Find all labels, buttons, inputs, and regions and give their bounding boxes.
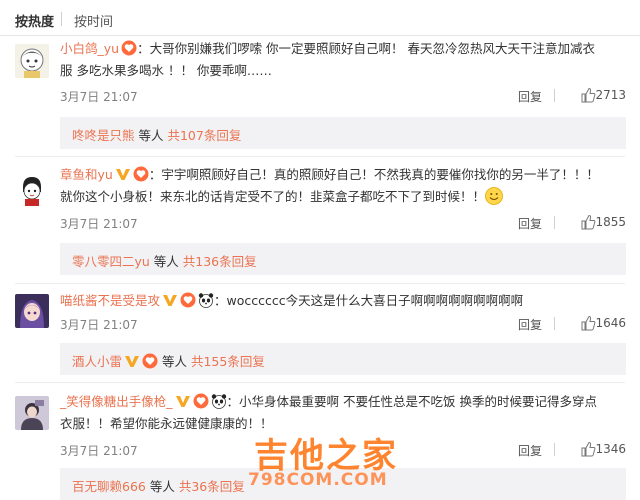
comment-meta: 3月7日 21:07 回复 1346	[60, 440, 626, 460]
like-count: 1646	[595, 316, 626, 330]
comment-date: 3月7日 21:07	[60, 90, 138, 104]
tab-by-hot[interactable]: 按热度	[15, 11, 54, 30]
comment-body-line: ：wocccccc今天这是什么大喜日子啊啊啊啊啊啊啊啊啊	[214, 293, 524, 308]
comment-date: 3月7日 21:07	[60, 444, 138, 458]
reply-summary[interactable]: 百无聊赖666 等人 共36条回复	[60, 468, 626, 500]
comment-body-line: 服 多吃水果多喝水 ！！ 你要乖啊……	[60, 63, 272, 78]
comment-body-line: ：大哥你别嫌我们啰嗦 你一定要照顾好自己啊！ 春天忽冷忽热风大天干注意加减衣	[137, 41, 596, 56]
reply-button[interactable]: 回复	[518, 215, 542, 232]
reply-username[interactable]: 咚咚是只熊	[72, 128, 135, 143]
comment-text: 章鱼和yu ：宇宇啊照顾好自己！真的照顾好自己！不然我真的要催你找你的另一半了！！…	[60, 164, 626, 208]
comment-text: 喵纸酱不是受是攻 ：wocccccc今天这是什么大喜日子啊啊啊啊啊啊啊啊啊	[60, 290, 626, 312]
comment-text: _笑得像糖出手像枪_ ：小华身体最重要啊 不要任性总是不吃饭 换季的时候要记得多穿…	[60, 391, 626, 435]
like-count: 1855	[595, 215, 626, 229]
reply-button[interactable]: 回复	[518, 442, 542, 459]
comment-divider	[15, 382, 625, 383]
comment-body-line: ：小华身体最重要啊 不要任性总是不吃饭 换季的时候要记得多穿点	[226, 394, 597, 409]
reply-summary[interactable]: 零八零四二yu 等人 共136条回复	[60, 243, 626, 275]
smile-emoji-icon	[485, 187, 503, 205]
comment-meta: 3月7日 21:07 回复 1646	[60, 314, 626, 334]
comment-username[interactable]: 小白鸽_yu	[60, 41, 119, 56]
sort-tabs: 按热度 按时间	[0, 0, 640, 36]
heart-badge-icon	[142, 353, 158, 369]
heart-badge-icon	[180, 292, 196, 308]
reply-username[interactable]: 零八零四二yu	[72, 254, 150, 269]
like-thumb-icon	[581, 441, 596, 457]
more-replies-link[interactable]: 共36条回复	[179, 479, 245, 494]
more-replies-link[interactable]: 共155条回复	[191, 354, 265, 369]
meta-divider	[554, 443, 555, 456]
reply-summary-text: 咚咚是只熊 等人 共107条回复	[72, 125, 241, 144]
vip-v-icon	[175, 396, 190, 407]
reply-summary-text: 百无聊赖666 等人 共36条回复	[72, 476, 245, 495]
vip-v-icon	[125, 356, 140, 367]
more-replies-link[interactable]: 共136条回复	[183, 254, 257, 269]
comment-divider	[15, 156, 625, 157]
reply-summary[interactable]: 酒人小雷 等人 共155条回复	[60, 343, 626, 375]
comment-username[interactable]: _笑得像糖出手像枪_	[60, 394, 173, 409]
avatar-anime-icon	[15, 294, 49, 328]
reply-summary-label: 等人	[149, 254, 183, 269]
vip-v-icon	[163, 295, 178, 306]
avatar[interactable]	[15, 172, 49, 206]
heart-badge-icon	[193, 393, 209, 409]
avatar[interactable]	[15, 44, 49, 78]
reply-summary-text: 酒人小雷 等人 共155条回复	[72, 351, 265, 370]
comment-meta: 3月7日 21:07 回复 1855	[60, 213, 626, 233]
reply-summary[interactable]: 咚咚是只熊 等人 共107条回复	[60, 117, 626, 149]
comment-date: 3月7日 21:07	[60, 217, 138, 231]
comment-date: 3月7日 21:07	[60, 318, 138, 332]
reply-summary-text: 零八零四二yu 等人 共136条回复	[72, 251, 257, 270]
reply-summary-label: 等人	[158, 354, 191, 369]
comment-username[interactable]: 喵纸酱不是受是攻	[60, 293, 160, 308]
meta-divider	[554, 317, 555, 330]
heart-badge-icon	[133, 166, 149, 182]
reply-summary-label: 等人	[134, 128, 168, 143]
panda-icon	[211, 394, 226, 409]
avatar-cartoon-icon	[15, 172, 49, 206]
comment-divider	[15, 283, 625, 284]
like-thumb-icon	[581, 87, 596, 103]
vip-v-icon	[115, 169, 130, 180]
more-replies-link[interactable]: 共107条回复	[167, 128, 241, 143]
reply-summary-label: 等人	[145, 479, 179, 494]
like-thumb-icon	[581, 315, 596, 331]
reply-button[interactable]: 回复	[518, 316, 542, 333]
like-count: 1346	[595, 442, 626, 456]
panda-icon	[198, 293, 214, 308]
comment-body-line: 就你这个小身板！来东北的话肯定受不了的！韭菜盒子都吃不下了到时候！！	[60, 189, 486, 204]
heart-badge-icon	[121, 40, 137, 56]
reply-button[interactable]: 回复	[518, 88, 542, 105]
comment-body-line: ：宇宇啊照顾好自己！真的照顾好自己！不然我真的要催你找你的另一半了！！！	[148, 167, 599, 182]
like-thumb-icon	[581, 214, 596, 230]
comment-meta: 3月7日 21:07 回复 2713	[60, 86, 626, 106]
avatar-cartoon-icon	[15, 44, 49, 78]
comment-username[interactable]: 章鱼和yu	[60, 167, 113, 182]
like-count: 2713	[595, 88, 626, 102]
comment-body-line: 衣服！！希望你能永远健健康康的！！	[60, 416, 273, 431]
reply-username[interactable]: 酒人小雷	[72, 354, 122, 369]
avatar[interactable]	[15, 294, 49, 328]
comment-text: 小白鸽_yu ：大哥你别嫌我们啰嗦 你一定要照顾好自己啊！ 春天忽冷忽热风大天干注…	[60, 38, 626, 82]
avatar[interactable]	[15, 396, 49, 430]
reply-username[interactable]: 百无聊赖666	[72, 479, 146, 494]
tab-by-time[interactable]: 按时间	[74, 11, 113, 30]
meta-divider	[554, 89, 555, 102]
avatar-photo-icon	[15, 396, 49, 430]
meta-divider	[554, 216, 555, 229]
tab-divider	[61, 12, 62, 26]
